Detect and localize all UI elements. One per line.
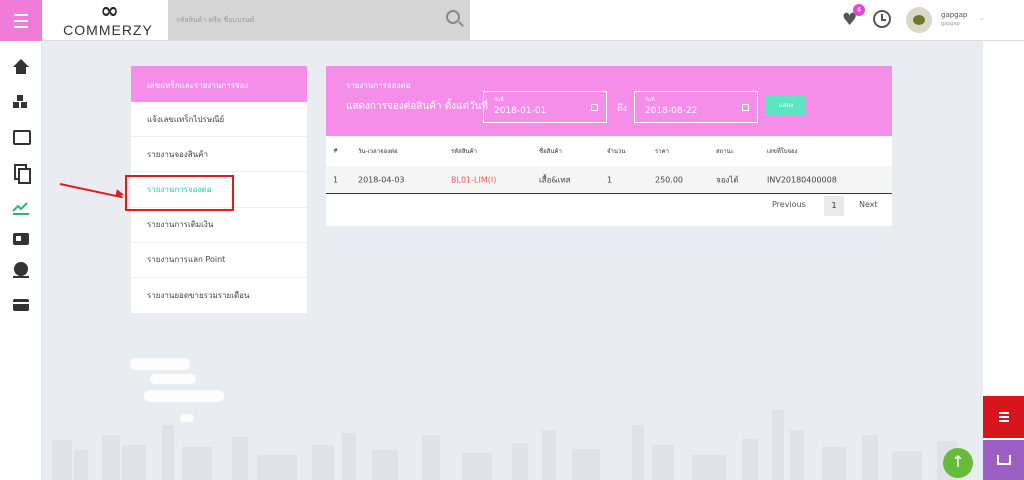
search-icon[interactable]: [446, 10, 460, 24]
pagination-previous[interactable]: Previous: [772, 200, 806, 209]
history-icon[interactable]: [873, 10, 891, 28]
avatar[interactable]: [906, 7, 932, 33]
icon-sidebar: [0, 41, 42, 480]
table-cell: จองได้: [716, 175, 739, 184]
menu-item-monthly-sales-report[interactable]: รายงานยอดขายรวมรายเดือน: [131, 278, 307, 313]
calendar-icon: [742, 104, 749, 111]
product-code-link[interactable]: BL01-LIM(I): [451, 175, 496, 184]
table-cell: 250.00: [655, 175, 683, 184]
username[interactable]: gapgap: [941, 11, 967, 19]
pagination-page[interactable]: 1: [824, 196, 844, 216]
table-row[interactable]: 1 2018-04-03 BL01-LIM(I) เสื้อ&เทส 1 250…: [326, 166, 892, 194]
menu-item-topup-report[interactable]: รายงานการเติมเงิน: [131, 208, 307, 243]
wishlist-count-badge: 4: [853, 4, 865, 16]
id-card-icon[interactable]: [12, 230, 30, 248]
logo[interactable]: ∞ COMMERZY: [60, 0, 156, 39]
table-cell: 2018-04-03: [358, 175, 405, 184]
copy-icon[interactable]: [12, 163, 31, 184]
report-subtitle: แสดงการจองต่อสินค้า ตั้งแต่วันที่: [346, 101, 488, 112]
column-header: #: [333, 147, 339, 155]
date-from-label: วันที่: [494, 97, 504, 103]
table-cell: INV20180400008: [767, 175, 837, 184]
column-header: ชื่อสินค้า: [539, 148, 562, 155]
list-menu-button[interactable]: [983, 396, 1024, 438]
credit-card-icon[interactable]: [12, 296, 30, 314]
column-header: สถานะ: [716, 148, 734, 155]
column-header: วัน-เวลาจองต่อ: [358, 148, 398, 155]
date-to-separator: ถึง: [617, 104, 627, 114]
search-bar: [168, 0, 470, 40]
gallery-icon[interactable]: [12, 128, 31, 146]
chevron-down-icon[interactable]: ⌄: [979, 14, 985, 22]
chart-icon[interactable]: [12, 198, 30, 216]
date-to-value: 2018-08-22: [645, 106, 698, 116]
cloud-decoration: [150, 374, 196, 384]
top-bar: ∞ COMMERZY ♥ 4 gapgap gapgap ⌄: [0, 0, 1024, 41]
annotation-highlight-box: [125, 175, 234, 211]
menu-item-booking-report[interactable]: รายงานจองสินค้า: [131, 137, 307, 173]
list-icon: [998, 410, 1009, 424]
cloud-decoration: [130, 358, 190, 370]
report-menu-title: เลขแทร็กและรายงานการจอง: [131, 66, 307, 102]
infinity-logo-icon: ∞: [100, 0, 118, 24]
cart-icon: [996, 455, 1011, 465]
column-header: เลขที่ใบจอง: [767, 148, 798, 155]
table-cell: 1: [607, 175, 613, 184]
search-input[interactable]: [176, 12, 436, 28]
date-to-label: วันที่: [645, 97, 655, 103]
date-to-field[interactable]: วันที่ 2018-08-22: [634, 91, 758, 123]
calendar-icon: [591, 104, 598, 111]
column-header: รหัสสินค้า: [451, 148, 477, 155]
cart-button[interactable]: [983, 440, 1024, 480]
menu-item-point-report[interactable]: รายงานการแลก Point: [131, 243, 307, 278]
arrow-up-icon: ↑: [951, 452, 965, 471]
annotation-arrow-head: [115, 189, 125, 199]
cloud-decoration: [180, 414, 194, 422]
column-header: ราคา: [655, 148, 669, 155]
column-header: จำนวน: [607, 148, 626, 155]
scroll-to-top-button[interactable]: ↑: [943, 448, 973, 478]
cloud-decoration: [144, 390, 224, 402]
report-header: รายงานการจองต่อ แสดงการจองต่อสินค้า ตั้ง…: [326, 66, 892, 136]
hamburger-menu-button[interactable]: [0, 0, 42, 41]
menu-item-tracking[interactable]: แจ้งเลขแทร็กไปรษณีย์: [131, 102, 307, 138]
show-button[interactable]: แสดง: [766, 96, 806, 115]
annotation-arrow: [59, 183, 123, 199]
table-cell: เสื้อ&เทส: [539, 175, 571, 184]
hamburger-icon: [14, 12, 28, 30]
money-icon[interactable]: [12, 261, 30, 279]
skyline-background: [52, 410, 957, 480]
report-title: รายงานการจองต่อ: [346, 81, 411, 90]
user-subtitle: gapgap: [941, 21, 960, 27]
table-cell: 1: [333, 175, 339, 184]
boxes-icon[interactable]: [12, 93, 30, 111]
home-icon[interactable]: [12, 58, 30, 76]
table-header: # วัน-เวลาจองต่อ รหัสสินค้า ชื่อสินค้า จ…: [326, 141, 892, 161]
date-from-value: 2018-01-01: [494, 106, 547, 116]
logo-text: COMMERZY: [63, 22, 153, 38]
pagination-next[interactable]: Next: [859, 200, 878, 209]
date-from-field[interactable]: วันที่ 2018-01-01: [483, 91, 607, 123]
report-panel: รายงานการจองต่อ แสดงการจองต่อสินค้า ตั้ง…: [326, 66, 892, 226]
